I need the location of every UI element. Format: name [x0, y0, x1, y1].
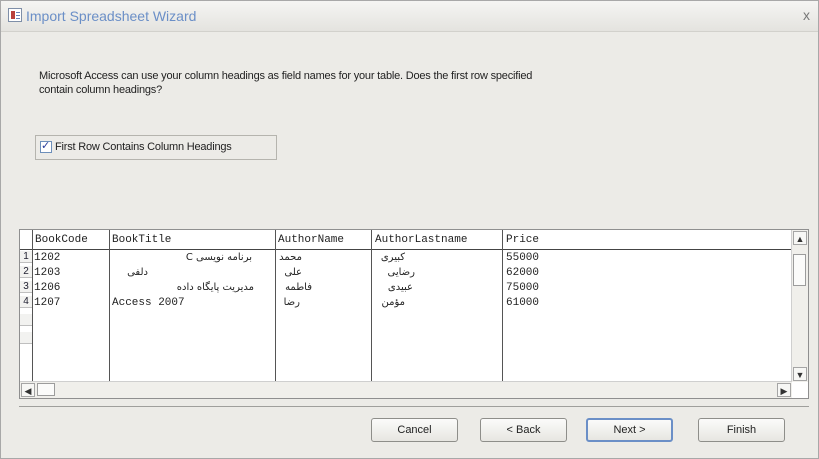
column-divider — [371, 230, 372, 383]
cell-bookcode: 1207 — [34, 297, 61, 309]
cell-bookcode: 1206 — [34, 282, 61, 294]
scroll-up-icon[interactable]: ▲ — [793, 231, 807, 245]
checkmark-icon: ✓ — [41, 140, 51, 152]
instruction-text: Microsoft Access can use your column hea… — [39, 70, 533, 96]
column-divider — [32, 230, 33, 383]
cell-authorlastname: کبیری — [380, 252, 405, 263]
import-spreadsheet-wizard-dialog: Import Spreadsheet Wizard x Microsoft Ac… — [0, 0, 819, 459]
row-selector[interactable]: 3 — [20, 281, 32, 293]
cell-price: 61000 — [506, 297, 540, 309]
scroll-left-icon[interactable]: ◀ — [21, 383, 35, 397]
row-selector[interactable] — [20, 314, 32, 326]
first-row-headings-checkbox[interactable]: ✓ — [40, 140, 52, 153]
button-separator — [19, 406, 809, 407]
column-header-bookcode[interactable]: BookCode — [35, 233, 88, 247]
cell-authorname: علی — [284, 267, 302, 278]
row-selector[interactable]: 4 — [20, 296, 32, 308]
cell-authorname: رضا — [283, 297, 300, 308]
cell-bookcode: 1203 — [34, 267, 61, 279]
cancel-button[interactable]: Cancel — [371, 418, 458, 442]
column-header-authorname[interactable]: AuthorName — [278, 233, 344, 247]
cell-booktitle: C برنامه نویسی — [185, 252, 252, 263]
row-selector[interactable]: 2 — [20, 266, 32, 278]
data-preview-grid[interactable]: BookCode BookTitle AuthorName AuthorLast… — [19, 229, 809, 399]
window-title: Import Spreadsheet Wizard — [26, 8, 197, 24]
cell-price: 62000 — [506, 267, 540, 279]
cell-authorlastname: رضایی — [387, 267, 416, 278]
horizontal-scroll-thumb[interactable] — [37, 383, 55, 396]
row-selector[interactable]: 1 — [20, 251, 32, 263]
first-row-headings-label[interactable]: First Row Contains Column Headings — [55, 141, 232, 153]
cell-booktitle: مدیریت پایگاه داده — [176, 282, 254, 293]
horizontal-scrollbar[interactable]: ◀ ▶ — [20, 381, 792, 398]
scroll-right-icon[interactable]: ▶ — [777, 383, 791, 397]
finish-button[interactable]: Finish — [698, 418, 785, 442]
first-row-headings-group: ✓ First Row Contains Column Headings — [35, 135, 277, 160]
column-divider — [275, 230, 276, 383]
cell-price: 55000 — [506, 252, 540, 264]
column-divider — [502, 230, 503, 383]
vertical-scroll-thumb[interactable] — [793, 254, 806, 286]
cell-price: 75000 — [506, 282, 540, 294]
next-button[interactable]: Next > — [586, 418, 673, 442]
column-header-price[interactable]: Price — [506, 233, 539, 247]
scroll-down-icon[interactable]: ▼ — [793, 367, 807, 381]
cell-booktitle: دلفی — [127, 267, 148, 278]
close-icon[interactable]: x — [803, 7, 810, 23]
column-header-booktitle[interactable]: BookTitle — [112, 233, 171, 247]
back-button[interactable]: < Back — [480, 418, 567, 442]
cell-authorlastname: عبیدی — [387, 282, 413, 293]
access-spreadsheet-icon — [8, 8, 22, 22]
column-header-authorlastname[interactable]: AuthorLastname — [375, 233, 467, 247]
row-selector[interactable] — [20, 332, 32, 344]
cell-bookcode: 1202 — [34, 252, 61, 264]
column-divider — [109, 230, 110, 383]
title-bar: Import Spreadsheet Wizard x — [1, 1, 818, 32]
vertical-scrollbar[interactable]: ▲ ▼ — [791, 230, 808, 382]
cell-booktitle: Access 2007 — [112, 297, 185, 309]
header-divider — [20, 249, 792, 250]
cell-authorname: محمد — [279, 252, 302, 263]
cell-authorlastname: مؤمن — [381, 297, 406, 308]
cell-authorname: فاطمه — [285, 282, 312, 293]
